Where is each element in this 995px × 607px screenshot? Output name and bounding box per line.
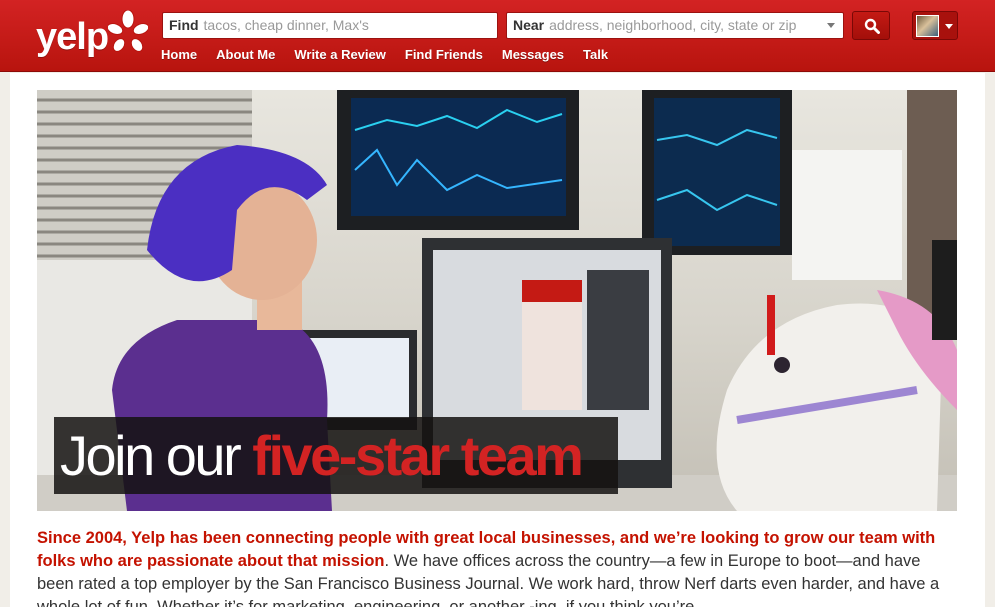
find-label: Find <box>169 17 199 33</box>
near-placeholder: address, neighborhood, city, state or zi… <box>549 17 797 33</box>
yelp-logo[interactable]: yelp <box>34 8 148 60</box>
search-icon <box>864 18 880 34</box>
near-label: Near <box>513 17 545 33</box>
hero-image: Join our five-star team <box>37 90 957 511</box>
hero-banner: Join our five-star team <box>54 417 618 494</box>
user-menu-button[interactable] <box>912 11 958 40</box>
nav-write-a-review[interactable]: Write a Review <box>294 47 386 65</box>
hero-title-plain: Join our <box>60 424 253 487</box>
hero-title: Join our five-star team <box>60 423 584 489</box>
main-content: Join our five-star team Since 2004, Yelp… <box>10 73 985 607</box>
avatar <box>916 15 939 37</box>
near-location-input[interactable]: Near address, neighborhood, city, state o… <box>506 12 844 39</box>
intro-paragraph: Since 2004, Yelp has been connecting peo… <box>37 527 957 607</box>
main-nav: Home About Me Write a Review Find Friend… <box>161 47 627 65</box>
nav-home[interactable]: Home <box>161 47 197 65</box>
nav-about-me[interactable]: About Me <box>216 47 275 65</box>
nav-talk[interactable]: Talk <box>583 47 608 65</box>
chevron-down-icon <box>945 24 953 29</box>
nav-messages[interactable]: Messages <box>502 47 564 65</box>
logo-wordmark: yelp <box>36 16 109 58</box>
find-search-input[interactable]: Find tacos, cheap dinner, Max's <box>162 12 498 39</box>
hero-title-accent: five-star team <box>252 424 584 487</box>
find-placeholder: tacos, cheap dinner, Max's <box>203 17 369 33</box>
chevron-down-icon[interactable] <box>827 23 835 28</box>
search-button[interactable] <box>852 11 890 40</box>
nav-find-friends[interactable]: Find Friends <box>405 47 483 65</box>
top-header: yelp Find tacos, cheap dinner, Max's Near… <box>0 0 995 72</box>
burst-icon <box>108 10 148 52</box>
